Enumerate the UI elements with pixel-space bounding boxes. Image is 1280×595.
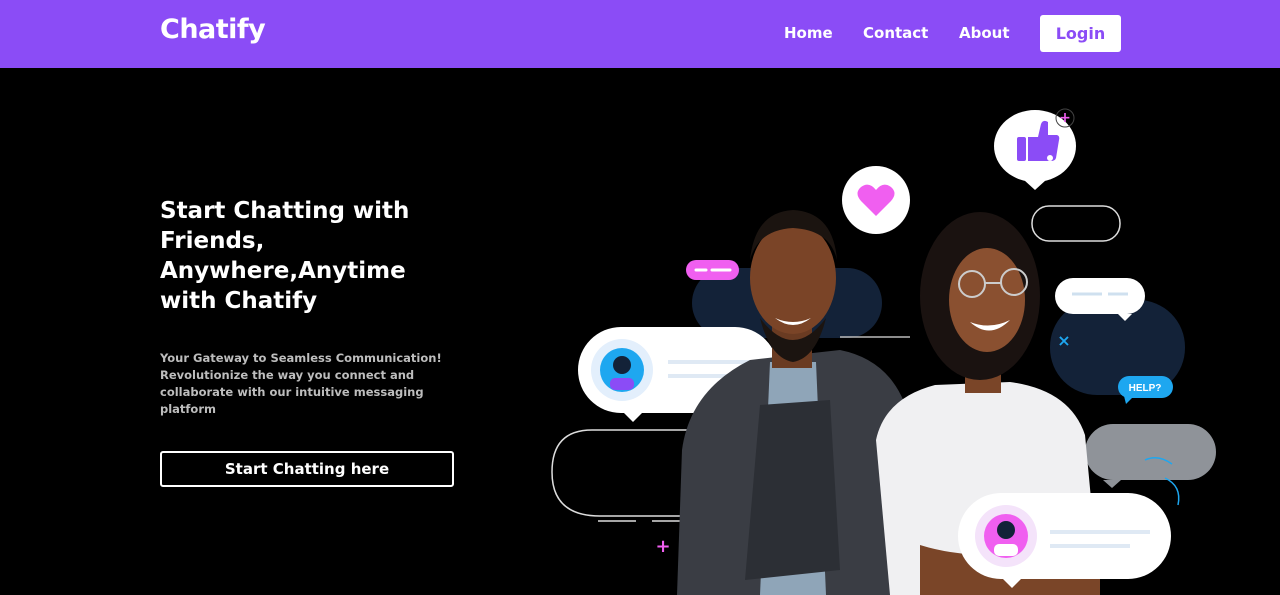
login-button[interactable]: Login	[1040, 15, 1121, 52]
chat-bubble-man	[958, 493, 1171, 588]
nav-home-link[interactable]: Home	[784, 24, 833, 42]
hero-subtitle-line: platform	[160, 402, 216, 416]
hero-title-line: Anywhere,Anytime	[160, 258, 406, 284]
hero-title-line: Friends,	[160, 228, 265, 254]
help-badge-label: HELP?	[1129, 383, 1162, 394]
hero-title: Start Chatting with Friends, Anywhere,An…	[160, 196, 460, 316]
help-badge: HELP?	[1118, 376, 1173, 404]
hero-title-line: Start Chatting with	[160, 198, 410, 224]
nav-contact-link[interactable]: Contact	[863, 24, 928, 42]
hero-illustration: + × HELP? +	[540, 100, 1240, 595]
heart-bubble	[842, 166, 910, 234]
hero-subtitle-line: collaborate with our intuitive messaging	[160, 385, 424, 399]
hero-subtitle: Your Gateway to Seamless Communication! …	[160, 350, 450, 418]
navbar: Chatify Home Contact About Login	[0, 0, 1280, 68]
nav-about-link[interactable]: About	[959, 24, 1010, 42]
brand-logo[interactable]: Chatify	[160, 14, 266, 45]
plus-icon: +	[655, 536, 670, 557]
hero-subtitle-line: Your Gateway to Seamless Communication!	[160, 351, 442, 365]
hero-illustration-svg: + × HELP? +	[551, 108, 1216, 595]
close-icon: ×	[1057, 331, 1070, 350]
thumbs-up-bubble: +	[994, 108, 1076, 190]
hero-title-line: with Chatify	[160, 288, 318, 314]
typing-pill	[686, 260, 739, 280]
chat-bubble-grey	[1085, 424, 1216, 506]
chat-bubble-outline	[1031, 205, 1121, 242]
plus-icon: +	[1059, 110, 1071, 126]
hero-subtitle-line: Revolutionize the way you connect and	[160, 368, 415, 382]
start-chatting-button[interactable]: Start Chatting here	[160, 451, 454, 487]
